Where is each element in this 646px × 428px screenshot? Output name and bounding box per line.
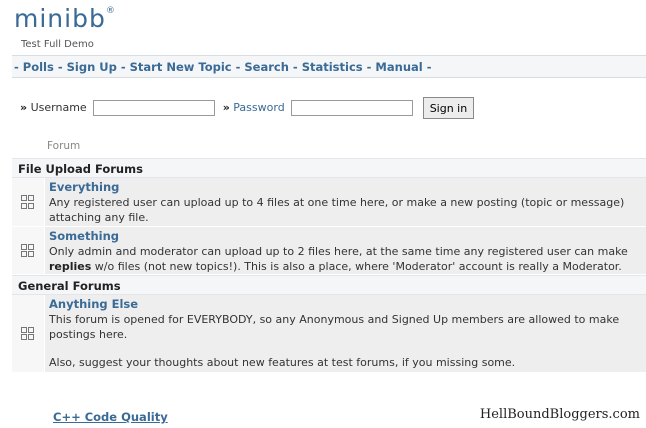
forum-link-everything[interactable]: Everything <box>49 180 646 195</box>
forum-column-header: Forum <box>47 140 81 152</box>
nav-start-new-topic[interactable]: Start New Topic <box>130 60 232 74</box>
forum-icon-cell <box>12 227 45 274</box>
forum-link-anything-else[interactable]: Anything Else <box>49 297 646 312</box>
forum-description-cell: Anything Else This forum is opened for E… <box>45 295 646 372</box>
forum-description-extra: Also, suggest your thoughts about new fe… <box>49 356 516 369</box>
forum-link-something[interactable]: Something <box>49 229 646 244</box>
nav-manual[interactable]: Manual <box>375 60 422 74</box>
double-arrow-icon: » <box>222 101 230 114</box>
nav-search[interactable]: Search <box>244 60 289 74</box>
forum-icon-cell <box>12 178 45 226</box>
registered-mark: ® <box>105 6 116 16</box>
password-label: Password <box>233 101 285 114</box>
sign-in-button[interactable]: Sign in <box>422 97 475 119</box>
section-header: General Forums <box>12 275 646 295</box>
forum-description-cell: Something Only admin and moderator can u… <box>45 227 646 274</box>
forum-description-bold: replies <box>49 260 92 273</box>
forum-description: This forum is opened for EVERYBODY, so a… <box>49 313 620 341</box>
forum-status-icon <box>21 243 35 258</box>
forum-row: Anything Else This forum is opened for E… <box>12 295 646 373</box>
forum-row: Everything Any registered user can uploa… <box>12 178 646 227</box>
username-input[interactable] <box>93 100 216 116</box>
forum-status-icon <box>21 195 35 209</box>
nav-sign-up[interactable]: Sign Up <box>67 60 117 74</box>
forum-description: Any registered user can upload up to 4 f… <box>49 196 625 224</box>
login-form: » Username » Password Sign in <box>20 97 475 119</box>
forum-description: Only admin and moderator can upload up t… <box>49 245 628 273</box>
nav-statistics[interactable]: Statistics <box>302 60 363 74</box>
nav-polls[interactable]: Polls <box>23 60 54 74</box>
forum-list: File Upload Forums Everything Any regist… <box>12 158 646 373</box>
watermark: HellBoundBloggers.com <box>479 407 640 422</box>
logo-text: minibb <box>14 4 106 33</box>
password-input[interactable] <box>291 100 414 116</box>
forum-description-cell: Everything Any registered user can uploa… <box>45 178 646 226</box>
forum-row: Something Only admin and moderator can u… <box>12 227 646 275</box>
username-label: Username <box>30 101 87 114</box>
double-arrow-icon: » <box>20 101 28 114</box>
forum-status-icon <box>21 326 35 341</box>
section-header: File Upload Forums <box>12 158 646 178</box>
site-subtitle: Test Full Demo <box>21 39 94 50</box>
site-logo[interactable]: minibb® <box>14 4 116 33</box>
forum-icon-cell <box>12 295 45 372</box>
footer-link[interactable]: C++ Code Quality <box>53 410 168 424</box>
nav-bar: - Polls - Sign Up - Start New Topic - Se… <box>12 55 646 78</box>
